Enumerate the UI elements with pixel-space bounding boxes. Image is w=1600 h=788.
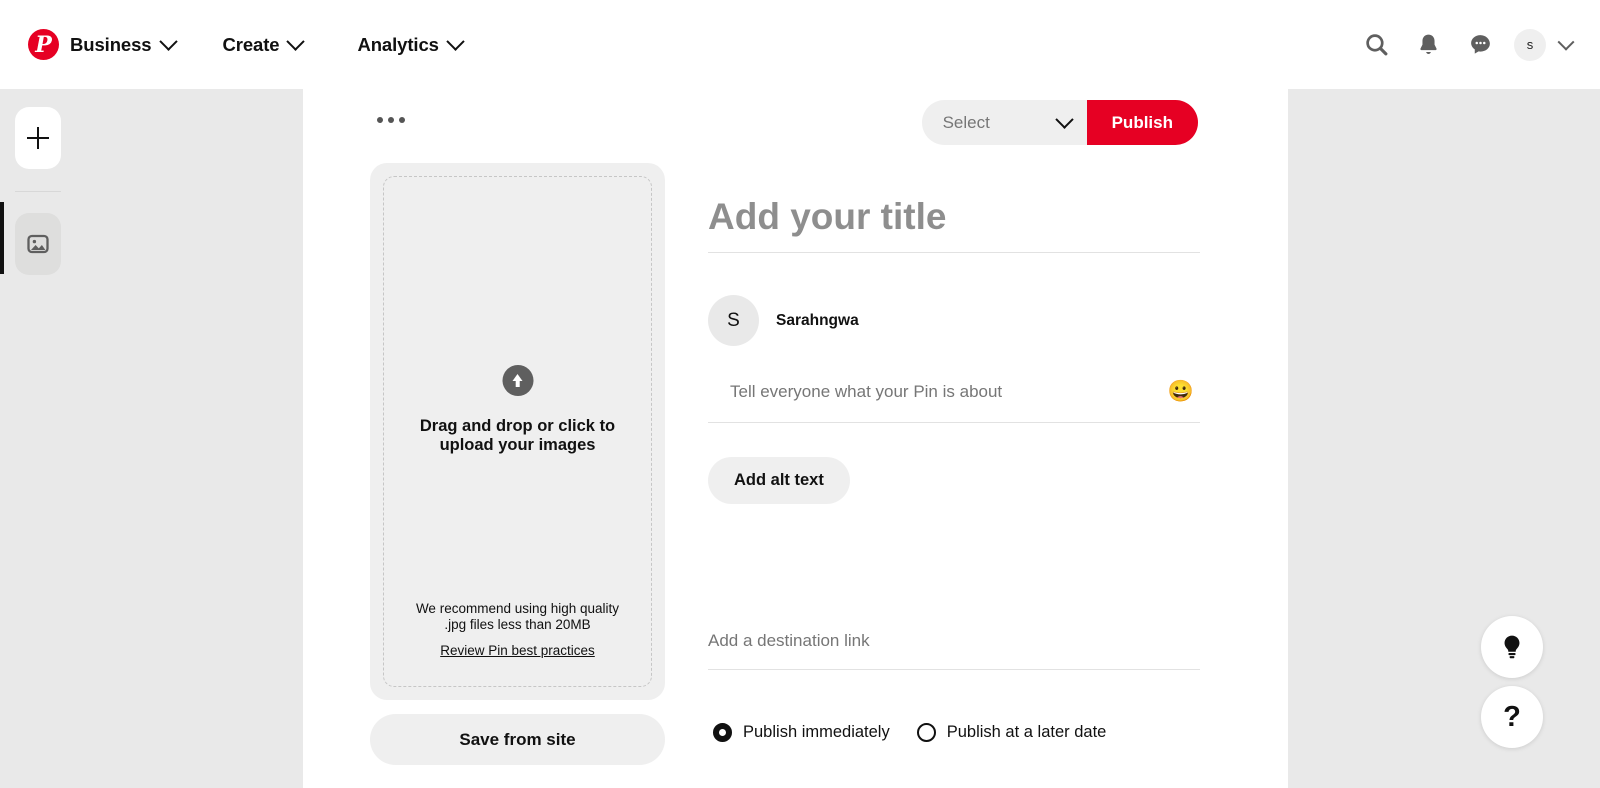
- chevron-down-icon: [1054, 110, 1074, 129]
- description-field-wrapper: 😀: [708, 380, 1200, 423]
- idea-tips-button[interactable]: [1481, 616, 1543, 678]
- nav-create-label: Create: [222, 33, 280, 55]
- pinterest-logo-icon: P: [28, 29, 59, 60]
- rail-divider: [15, 191, 61, 192]
- title-input[interactable]: [708, 196, 1200, 253]
- lightbulb-icon: [1504, 635, 1520, 659]
- rail-selection-indicator: [0, 202, 4, 274]
- bell-icon[interactable]: [1402, 19, 1454, 71]
- upload-arrow-icon: [502, 365, 533, 396]
- publish-button[interactable]: Publish: [1086, 100, 1198, 145]
- nav-analytics-label: Analytics: [357, 33, 439, 55]
- plus-icon: [27, 127, 49, 149]
- avatar: S: [708, 295, 759, 346]
- upload-note: We recommend using high quality .jpg fil…: [384, 601, 651, 633]
- add-alt-text-button[interactable]: Add alt text: [708, 457, 850, 504]
- chevron-down-icon: [286, 32, 306, 51]
- radio-publish-immediately[interactable]: Publish immediately: [713, 723, 890, 742]
- search-icon[interactable]: [1350, 19, 1402, 71]
- image-icon: [27, 234, 49, 254]
- create-new-button[interactable]: [15, 107, 61, 169]
- upload-dropzone[interactable]: Drag and drop or click to upload your im…: [383, 176, 652, 687]
- nav-item-create[interactable]: Create: [222, 32, 306, 56]
- radio-publish-later[interactable]: Publish at a later date: [916, 723, 1107, 742]
- ellipsis-icon: [377, 117, 383, 123]
- nav-item-analytics[interactable]: Analytics: [357, 32, 465, 56]
- rail-item-media[interactable]: [15, 213, 61, 275]
- upload-instructions-line1: Drag and drop or click to: [419, 417, 616, 435]
- upload-card: Drag and drop or click to upload your im…: [370, 163, 665, 700]
- profile-name: Sarahngwa: [776, 311, 859, 329]
- review-best-practices-link[interactable]: Review Pin best practices: [384, 643, 651, 658]
- chevron-down-icon: [159, 32, 179, 51]
- brand-label: Business: [70, 33, 152, 55]
- radio-publish-later-label: Publish at a later date: [946, 723, 1107, 741]
- header-actions: s: [1350, 0, 1578, 89]
- chevron-down-icon: [446, 32, 465, 51]
- upload-note-line2: .jpg files less than 20MB: [444, 617, 591, 632]
- radio-selected-icon: [713, 723, 732, 742]
- profile-row[interactable]: S Sarahngwa: [708, 295, 859, 346]
- board-select-value: Select: [942, 112, 990, 132]
- board-select[interactable]: Select: [921, 100, 1087, 145]
- brand-business-menu[interactable]: P Business: [28, 29, 179, 60]
- chevron-down-icon[interactable]: [1557, 33, 1575, 51]
- grinning-face-emoji-button[interactable]: 😀: [1162, 380, 1200, 404]
- upload-note-line1: We recommend using high quality: [415, 601, 620, 616]
- upload-instructions: Drag and drop or click to upload your im…: [384, 417, 651, 454]
- top-header: P Business Create Analytics s: [0, 0, 1600, 89]
- radio-unselected-icon: [916, 723, 936, 742]
- destination-link-input[interactable]: [708, 631, 1200, 670]
- radio-publish-immediately-label: Publish immediately: [743, 723, 890, 741]
- upload-instructions-line2: upload your images: [439, 435, 596, 454]
- panel-actions: Select Publish: [921, 100, 1198, 145]
- more-options-button[interactable]: [371, 111, 411, 129]
- avatar[interactable]: s: [1514, 28, 1546, 61]
- chat-bubble-icon[interactable]: [1454, 19, 1506, 71]
- save-from-site-button[interactable]: Save from site: [370, 714, 665, 765]
- pin-builder-panel: Select Publish Drag and drop or click to…: [303, 89, 1288, 788]
- help-button[interactable]: ?: [1481, 686, 1543, 748]
- description-input[interactable]: [708, 382, 1162, 402]
- left-rail: [0, 89, 76, 788]
- publish-timing-options: Publish immediately Publish at a later d…: [713, 723, 1106, 742]
